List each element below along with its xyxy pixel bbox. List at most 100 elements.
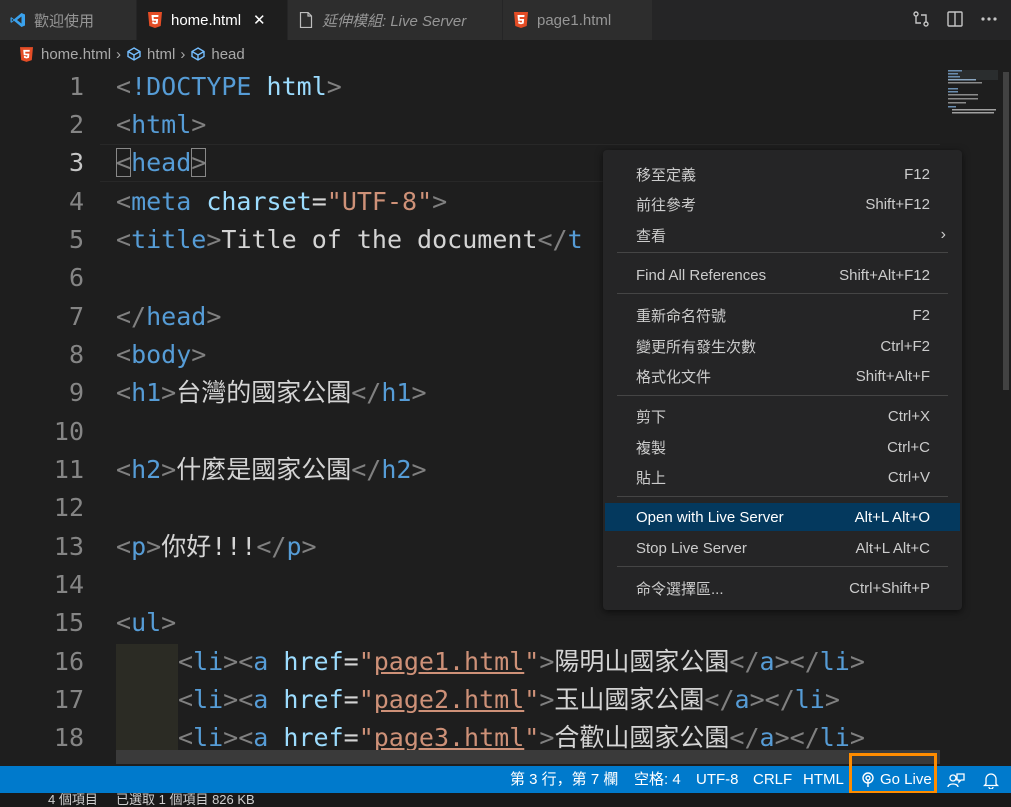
explorer-selection: 已選取 1 個項目 826 KB xyxy=(116,793,255,807)
menu-item-peek[interactable]: 查看 › xyxy=(605,221,960,249)
line-number: 14 xyxy=(53,570,84,599)
bracket-match: > xyxy=(191,148,207,177)
bell-icon[interactable] xyxy=(983,766,999,793)
html5-icon xyxy=(20,46,33,62)
menu-item-go-to-definition[interactable]: 移至定義 F12 xyxy=(605,160,960,188)
close-icon[interactable]: ✕ xyxy=(253,11,266,29)
code-line: <li><a href="page2.html">玉山國家公園</a></li> xyxy=(178,685,840,714)
line-number: 8 xyxy=(68,340,84,369)
menu-item-format-document[interactable]: 格式化文件 Shift+Alt+F xyxy=(605,362,960,390)
line-number: 18 xyxy=(53,723,84,752)
code-line: <html> xyxy=(116,110,207,139)
code-line: </head> xyxy=(116,302,222,331)
vscode-logo-icon xyxy=(10,12,26,28)
chevron-right-icon: › xyxy=(116,45,122,63)
symbol-element-icon xyxy=(126,47,142,61)
explorer-item-count: 4 個項目 xyxy=(48,793,98,807)
menu-separator xyxy=(617,395,948,396)
status-encoding[interactable]: UTF-8 xyxy=(696,766,739,793)
tab-bar: 歡迎使用 home.html ✕ 延伸模組: Live Server page1… xyxy=(0,0,1011,40)
code-line: <h2>什麼是國家公園</h2> xyxy=(116,455,427,484)
line-number: 1 xyxy=(68,72,84,101)
line-number: 2 xyxy=(68,110,84,139)
menu-item-go-to-references[interactable]: 前往參考 Shift+F12 xyxy=(605,190,960,218)
link-href: page2.html xyxy=(373,685,525,714)
code-line: <head> xyxy=(116,148,207,177)
bracket-match: < xyxy=(116,148,132,177)
tab-label: page1.html xyxy=(537,11,612,29)
breadcrumb-head[interactable]: head xyxy=(190,45,245,63)
link-href: page3.html xyxy=(373,723,525,752)
line-number: 4 xyxy=(68,187,84,216)
menu-item-copy[interactable]: 複製 Ctrl+C xyxy=(605,433,960,461)
menu-separator xyxy=(617,566,948,567)
editor-actions xyxy=(911,9,999,29)
line-number: 17 xyxy=(53,685,84,714)
split-editor-icon[interactable] xyxy=(945,9,965,29)
feedback-icon[interactable] xyxy=(947,766,965,793)
menu-item-command-palette[interactable]: 命令選擇區... Ctrl+Shift+P xyxy=(605,574,960,602)
horizontal-scrollbar[interactable] xyxy=(116,750,940,764)
line-number: 11 xyxy=(53,455,84,484)
line-number: 12 xyxy=(53,493,84,522)
code-line: <title>Title of the document</t xyxy=(116,225,583,254)
line-number: 16 xyxy=(53,647,84,676)
menu-separator xyxy=(617,252,948,253)
status-indentation[interactable]: 空格: 4 xyxy=(634,766,681,793)
menu-item-change-all-occurrences[interactable]: 變更所有發生次數 Ctrl+F2 xyxy=(605,332,960,360)
status-language[interactable]: HTML xyxy=(803,766,844,793)
status-cursor-position[interactable]: 第 3 行，第 7 欄 xyxy=(510,766,618,793)
code-line: <li><a href="page1.html">陽明山國家公園</a></li… xyxy=(178,647,865,676)
line-number: 9 xyxy=(68,378,84,407)
context-menu: 移至定義 F12 前往參考 Shift+F12 查看 › Find All Refer… xyxy=(603,150,962,610)
menu-item-paste[interactable]: 貼上 Ctrl+V xyxy=(605,463,960,491)
menu-item-stop-live-server[interactable]: Stop Live Server Alt+L Alt+C xyxy=(605,534,960,562)
html5-icon xyxy=(147,12,163,28)
status-eol[interactable]: CRLF xyxy=(753,766,792,793)
menu-item-find-all-references[interactable]: Find All References Shift+Alt+F12 xyxy=(605,261,960,289)
explorer-status-strip: 4 個項目 已選取 1 個項目 826 KB xyxy=(0,793,1011,807)
tab-live-server-extension[interactable]: 延伸模組: Live Server xyxy=(288,0,503,40)
chevron-right-icon: › xyxy=(940,226,946,243)
tab-label: 歡迎使用 xyxy=(34,12,95,30)
html5-icon xyxy=(513,12,529,28)
chevron-right-icon: › xyxy=(180,45,186,63)
scrollbar-thumb[interactable] xyxy=(1003,72,1009,390)
link-href: page1.html xyxy=(373,647,525,676)
code-line: <h1>台灣的國家公園</h1> xyxy=(116,378,427,407)
indent-guide xyxy=(116,644,178,759)
breadcrumb-label: home.html xyxy=(41,45,112,63)
breadcrumb-html[interactable]: html xyxy=(126,46,175,63)
code-line: <p>你好!!!</p> xyxy=(116,532,317,561)
breadcrumb-label: html xyxy=(147,45,176,63)
file-icon xyxy=(298,12,314,28)
line-number: 5 xyxy=(68,225,84,254)
tab-label: 延伸模組: Live Server xyxy=(322,12,467,30)
tab-welcome[interactable]: 歡迎使用 xyxy=(0,0,137,40)
line-number: 3 xyxy=(68,148,84,177)
menu-separator xyxy=(617,496,948,497)
line-number: 13 xyxy=(53,532,84,561)
code-text[interactable]: <!DOCTYPE html> <html> <head> <meta char… xyxy=(116,68,865,752)
more-actions-icon[interactable] xyxy=(979,9,999,29)
tab-page1-html[interactable]: page1.html xyxy=(503,0,653,40)
line-number: 15 xyxy=(53,608,84,637)
code-line: <body> xyxy=(116,340,207,369)
line-number: 10 xyxy=(53,417,84,446)
breadcrumb-file[interactable]: home.html xyxy=(20,46,111,63)
line-number: 7 xyxy=(68,302,84,331)
menu-separator xyxy=(617,293,948,294)
tab-label: home.html xyxy=(171,11,242,29)
breadcrumb: home.html › html › head xyxy=(0,40,1011,68)
compare-changes-icon[interactable] xyxy=(911,9,931,29)
breadcrumb-label: head xyxy=(211,45,245,63)
line-number: 6 xyxy=(68,263,84,292)
menu-item-cut[interactable]: 剪下 Ctrl+X xyxy=(605,402,960,430)
go-live-highlight-box xyxy=(849,753,937,794)
code-line: <meta charset="UTF-8"> xyxy=(116,187,448,216)
menu-item-open-with-live-server[interactable]: Open with Live Server Alt+L Alt+O xyxy=(605,503,960,531)
menu-item-rename-symbol[interactable]: 重新命名符號 F2 xyxy=(605,301,960,329)
tab-home-html[interactable]: home.html ✕ xyxy=(137,0,288,40)
code-line: <ul> xyxy=(116,608,177,637)
symbol-element-icon xyxy=(190,47,206,61)
